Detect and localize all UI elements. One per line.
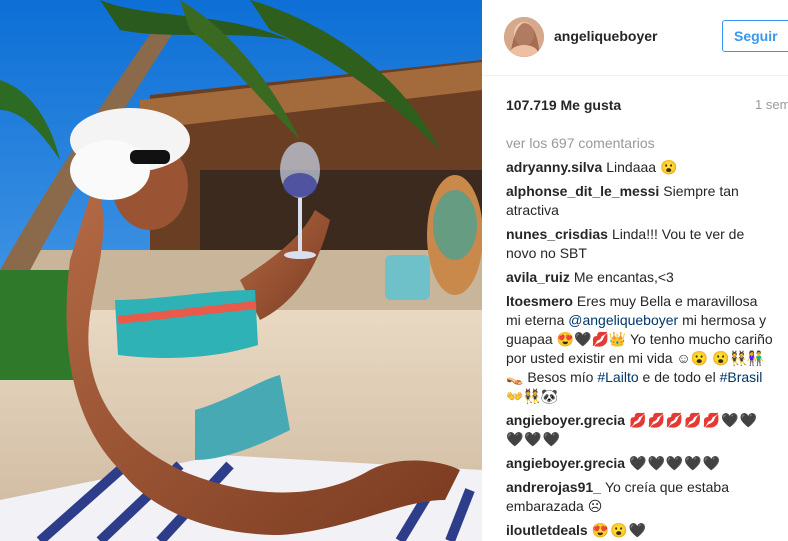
comment-username[interactable]: angieboyer.grecia [506,455,625,471]
comment-list: adryanny.silva Lindaaa 😮 alphonse_dit_le_… [506,158,774,541]
comment-text: Me encantas,<3 [573,269,674,285]
post-time[interactable]: 1 sem [755,97,788,112]
post-image[interactable] [0,0,482,541]
beach-photo [0,0,482,541]
hashtag-link[interactable]: #Lailto [597,369,638,385]
comment-username[interactable]: angieboyer.grecia [506,412,625,428]
comment-item: angieboyer.grecia 🖤🖤🖤🖤🖤 [506,454,774,473]
comment-item: nunes_crisdias Linda!!! Vou te ver de nov… [506,225,774,263]
comment-text: e de todo el [638,369,720,385]
comment-item: adryanny.silva Lindaaa 😮 [506,158,774,177]
post-sidebar: angeliqueboyer Seguir 107.719 Me gusta 1… [482,0,788,541]
avatar[interactable] [504,17,544,57]
likes-count[interactable]: 107.719 Me gusta [506,97,621,113]
mention-link[interactable]: @angeliqueboyer [568,312,678,328]
comment-item: andrerojas91_ Yo creía que estaba embaraz… [506,478,774,516]
comment-username[interactable]: ltoesmero [506,293,573,309]
view-all-comments-link[interactable]: ver los 697 comentarios [506,135,655,151]
post-header: angeliqueboyer Seguir [482,0,788,76]
comment-item: ltoesmero Eres muy Bella e maravillosa mi… [506,292,774,406]
comment-item: alphonse_dit_le_messi Siempre tan atracti… [506,182,774,220]
comment-text: 😍😮🖤 [591,522,647,538]
comment-item: iloutletdeals 😍😮🖤 [506,521,774,540]
follow-button[interactable]: Seguir [722,20,788,52]
comment-username[interactable]: iloutletdeals [506,522,588,538]
post-username[interactable]: angeliqueboyer [554,28,657,44]
comment-text: Lindaaa 😮 [606,159,678,175]
comment-text: 👐👯🐼 [506,388,559,404]
comment-username[interactable]: andrerojas91_ [506,479,601,495]
hashtag-link[interactable]: #Brasil [720,369,763,385]
comment-item: angieboyer.grecia 💋💋💋💋💋🖤🖤🖤🖤🖤 [506,411,774,449]
comment-username[interactable]: alphonse_dit_le_messi [506,183,659,199]
comment-username[interactable]: nunes_crisdias [506,226,608,242]
profile-photo-icon [504,17,544,57]
comment-item: avila_ruiz Me encantas,<3 [506,268,774,287]
comment-username[interactable]: avila_ruiz [506,269,570,285]
comment-username[interactable]: adryanny.silva [506,159,602,175]
comment-text: 🖤🖤🖤🖤🖤 [629,455,722,471]
instagram-post: angeliqueboyer Seguir 107.719 Me gusta 1… [0,0,788,541]
